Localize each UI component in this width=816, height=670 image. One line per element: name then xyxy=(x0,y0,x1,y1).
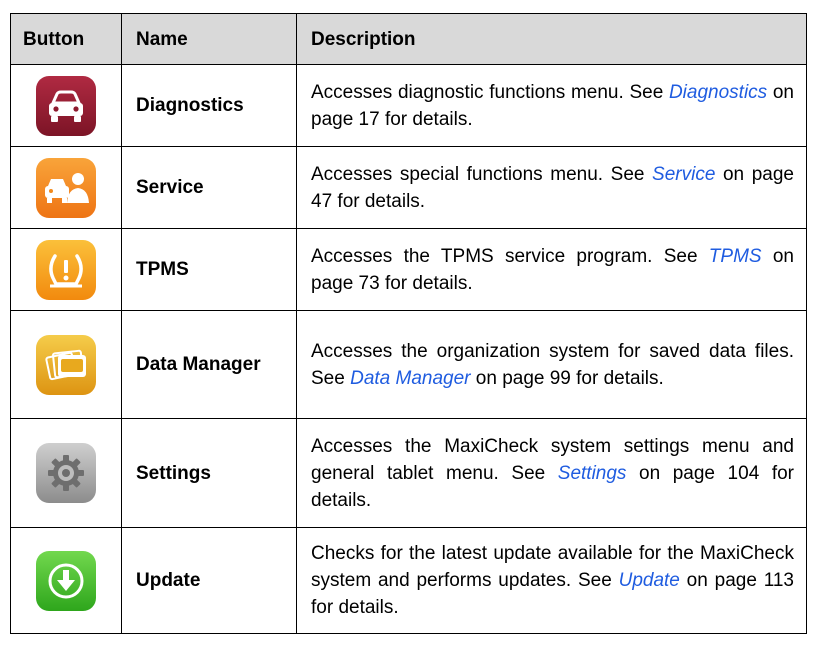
header-description: Description xyxy=(296,13,807,65)
header-button: Button xyxy=(10,13,122,65)
table-row: Diagnostics Accesses diagnostic function… xyxy=(10,64,807,147)
table-row: Service Accesses special functions menu.… xyxy=(10,146,807,229)
car-front-icon[interactable] xyxy=(36,75,96,136)
row-description: Accesses the organization system for sav… xyxy=(296,310,807,419)
row-description: Accesses diagnostic functions menu. See … xyxy=(296,64,807,147)
download-arrow-icon[interactable] xyxy=(36,550,96,611)
table-row: Data Manager Accesses the organization s… xyxy=(10,310,807,419)
page-link[interactable]: TPMS xyxy=(709,246,762,267)
table-row: Settings Accesses the MaxiCheck system s… xyxy=(10,418,807,528)
page-link[interactable]: Service xyxy=(652,164,715,185)
row-name: Settings xyxy=(121,418,297,528)
row-name: TPMS xyxy=(121,228,297,311)
car-mechanic-icon[interactable] xyxy=(36,157,96,218)
row-description: Checks for the latest update available f… xyxy=(296,527,807,634)
table-header-row: Button Name Description xyxy=(10,13,807,65)
tire-pressure-warning-icon[interactable] xyxy=(36,239,96,300)
table-row: TPMS Accesses the TPMS service program. … xyxy=(10,228,807,311)
page-link[interactable]: Data Manager xyxy=(350,368,470,389)
header-name: Name xyxy=(121,13,297,65)
page-link[interactable]: Update xyxy=(619,570,680,591)
row-name: Diagnostics xyxy=(121,64,297,147)
gear-icon[interactable] xyxy=(36,443,96,503)
row-description: Accesses special functions menu. See Ser… xyxy=(296,146,807,229)
page-link[interactable]: Settings xyxy=(558,463,627,484)
page-link[interactable]: Diagnostics xyxy=(669,82,767,103)
button-reference-table: Button Name Description Diagnostics Acce… xyxy=(10,13,807,634)
row-name: Update xyxy=(121,527,297,634)
row-name: Service xyxy=(121,146,297,229)
table-row: Update Checks for the latest update avai… xyxy=(10,527,807,634)
row-name: Data Manager xyxy=(121,310,297,419)
row-description: Accesses the MaxiCheck system settings m… xyxy=(296,418,807,528)
row-description: Accesses the TPMS service program. See T… xyxy=(296,228,807,311)
cpm-data-files-icon[interactable] xyxy=(36,334,96,395)
